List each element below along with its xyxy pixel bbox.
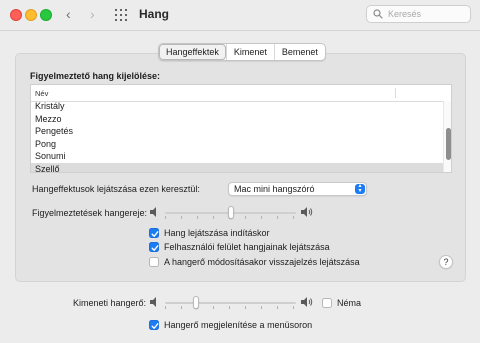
search-input[interactable]: Keresés [366,5,471,23]
speaker-low-icon [150,297,156,307]
output-volume-slider[interactable] [165,296,296,310]
mute-checkbox[interactable] [322,298,332,308]
alert-volume-knob[interactable] [228,206,234,219]
speaker-high-icon [301,297,313,307]
search-placeholder: Keresés [388,9,422,19]
column-divider [395,88,396,98]
search-icon [373,9,383,19]
list-item[interactable]: Pengetés [31,125,443,138]
tab-output[interactable]: Kimenet [225,44,274,60]
checkmark-icon [151,323,159,329]
volume-feedback-checkbox[interactable] [149,257,159,267]
zoom-window-button[interactable] [40,9,52,21]
alert-volume-label: Figyelmeztetések hangereje: [32,208,148,218]
checkmark-icon [151,245,159,251]
list-scrollbar[interactable] [443,101,451,172]
title-bar: ‹ › Hang Keresés [0,0,480,31]
alert-sound-section-label: Figyelmeztető hang kijelölése: [30,71,161,81]
list-item[interactable]: Kristály [31,100,443,113]
name-column-header[interactable]: Név [35,89,48,98]
list-item[interactable]: Sonumi [31,150,443,163]
show-all-grid-icon[interactable] [115,9,127,21]
show-volume-in-menubar-label: Hangerő megjelenítése a menüsoron [164,320,313,330]
effects-output-select[interactable]: Mac mini hangszóró ▴ ▾ [228,182,367,196]
speaker-low-icon [150,207,156,217]
alert-sound-list[interactable]: Név Kristály Mezzo Pengetés Pong Sonumi … [30,84,452,173]
output-volume-label: Kimeneti hangerő: [73,298,147,308]
volume-feedback-label: A hangerő módosításakor visszajelzés lej… [164,257,360,267]
startup-sound-checkbox[interactable] [149,228,159,238]
close-window-button[interactable] [10,9,22,21]
tab-sound-effects[interactable]: Hangeffektek [159,44,226,60]
mute-label: Néma [337,298,362,308]
minimize-window-button[interactable] [25,9,37,21]
back-chevron-icon[interactable]: ‹ [66,6,71,22]
window-title: Hang [139,7,169,21]
help-button[interactable]: ? [439,255,453,269]
chevron-updown-icon: ▴ ▾ [355,183,365,194]
startup-sound-label: Hang lejátszása indításkor [164,228,270,238]
ui-sounds-label: Felhasználói felület hangjainak lejátszá… [164,242,330,252]
effects-output-value: Mac mini hangszóró [234,184,315,194]
show-volume-in-menubar-checkbox[interactable] [149,320,159,330]
ui-sounds-checkbox[interactable] [149,242,159,252]
list-item[interactable]: Mezzo [31,113,443,126]
scrollbar-thumb[interactable] [446,128,451,160]
output-volume-knob[interactable] [193,296,199,309]
effects-output-label: Hangeffektusok lejátszása ezen keresztül… [32,184,200,194]
speaker-high-icon [301,207,313,217]
forward-chevron-icon[interactable]: › [90,6,95,22]
list-item[interactable]: Pong [31,138,443,151]
checkmark-icon [151,231,159,237]
list-item-selected[interactable]: Szellő [31,162,443,172]
alert-volume-slider[interactable] [165,206,296,220]
tab-input[interactable]: Bemenet [273,44,325,60]
tab-bar: Hangeffektek Kimenet Bemenet [158,43,326,61]
